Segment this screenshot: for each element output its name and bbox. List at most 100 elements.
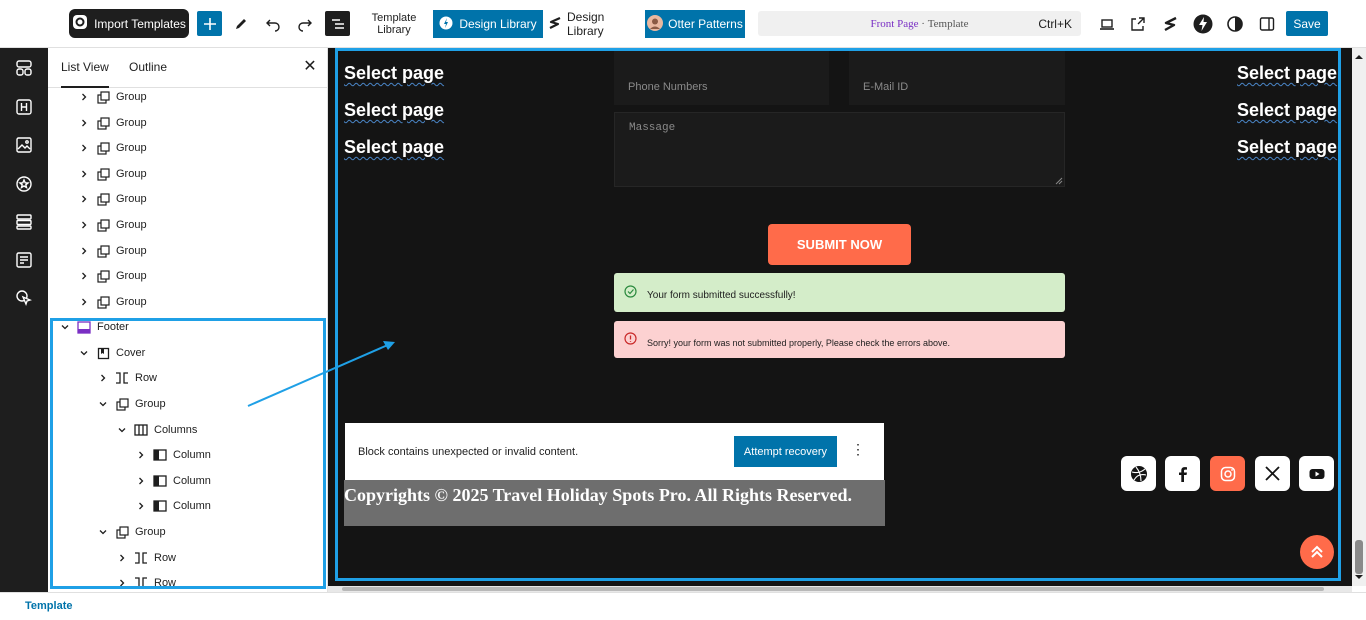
status-bar: Template xyxy=(0,592,1366,620)
command-bar-shortcut: Ctrl+K xyxy=(1038,17,1072,31)
stackable-settings-button[interactable] xyxy=(1160,13,1182,35)
list-item-label: Group xyxy=(116,296,147,308)
list-item-label: Group xyxy=(116,270,147,282)
form-icon[interactable] xyxy=(14,250,34,270)
command-bar-page: Front Page xyxy=(870,17,919,30)
list-item-label: Group xyxy=(116,193,147,205)
contrast-icon xyxy=(1227,16,1243,32)
design-library-label: Design Library xyxy=(459,17,537,31)
list-item-group[interactable]: Group xyxy=(78,189,147,209)
redo-button[interactable] xyxy=(293,12,317,36)
stackable-icon xyxy=(1164,16,1177,32)
group-block-icon xyxy=(96,269,110,283)
cursor-click-icon[interactable] xyxy=(14,288,34,308)
group-block-icon xyxy=(96,167,110,181)
admin-sidebar xyxy=(0,0,48,592)
import-logo-icon xyxy=(72,14,88,33)
list-item-group[interactable]: Group xyxy=(78,87,147,107)
command-palette-bar[interactable]: Front Page · Template Ctrl+K xyxy=(758,11,1081,36)
list-item-group[interactable]: Group xyxy=(78,215,147,235)
vertical-scroll-thumb[interactable] xyxy=(1355,540,1363,574)
chevron-right-icon[interactable] xyxy=(78,193,90,205)
group-block-icon xyxy=(96,141,110,155)
redo-icon xyxy=(298,19,312,32)
group-block-icon xyxy=(96,90,110,104)
import-templates-label: Import Templates xyxy=(94,16,186,31)
group-block-icon xyxy=(96,244,110,258)
design-library-label-2: Design Library xyxy=(567,10,605,38)
command-bar-type: Template xyxy=(927,17,969,30)
chevron-right-icon[interactable] xyxy=(78,296,90,308)
list-item-group[interactable]: Group xyxy=(78,292,147,312)
list-item-group[interactable]: Group xyxy=(78,266,147,286)
scroll-up-icon[interactable] xyxy=(1352,52,1366,62)
star-badge-icon[interactable] xyxy=(14,174,34,194)
group-block-icon xyxy=(96,295,110,309)
image-icon[interactable] xyxy=(14,135,34,155)
rows-icon[interactable] xyxy=(14,212,34,232)
template-library-line2: Library xyxy=(377,24,411,36)
list-item-group[interactable]: Group xyxy=(78,164,147,184)
otter-avatar-icon xyxy=(647,14,664,34)
plus-icon xyxy=(203,17,216,30)
design-library-logo-icon xyxy=(439,16,453,33)
list-item-label: Group xyxy=(116,91,147,103)
panel-tabs: List View Outline ✕ xyxy=(48,48,328,88)
group-block-icon xyxy=(96,116,110,130)
design-library-button-2[interactable]: Design Library xyxy=(548,10,640,38)
add-block-button[interactable] xyxy=(197,11,222,36)
import-templates-button[interactable]: Import Templates xyxy=(69,9,189,38)
view-page-button[interactable] xyxy=(1127,13,1149,35)
pencil-tool-button[interactable] xyxy=(229,12,253,36)
list-item-label: Group xyxy=(116,117,147,129)
undo-icon xyxy=(266,19,280,32)
stackable-logo-icon xyxy=(548,16,562,33)
footer-selection-highlight xyxy=(50,318,326,589)
close-icon[interactable]: ✕ xyxy=(302,59,318,75)
tab-outline[interactable]: Outline xyxy=(129,60,167,74)
heading-block-icon[interactable] xyxy=(14,97,34,117)
styles-button[interactable] xyxy=(1224,13,1246,35)
template-library-button[interactable]: Template Library xyxy=(362,10,426,38)
device-preview-button[interactable] xyxy=(1096,13,1118,35)
otter-patterns-button[interactable]: Otter Patterns xyxy=(645,10,745,38)
chevron-right-icon[interactable] xyxy=(78,245,90,257)
list-item-label: Group xyxy=(116,142,147,154)
sidebar-toggle-icon xyxy=(1259,17,1275,31)
breadcrumb-template[interactable]: Template xyxy=(25,600,72,612)
chevron-right-icon[interactable] xyxy=(78,270,90,282)
horizontal-scroll-thumb[interactable] xyxy=(342,587,1324,591)
document-overview-button[interactable] xyxy=(325,11,350,36)
command-bar-separator: · xyxy=(918,17,928,30)
pencil-icon xyxy=(236,19,246,29)
list-item-group[interactable]: Group xyxy=(78,113,147,133)
list-item-group[interactable]: Group xyxy=(78,241,147,261)
undo-button[interactable] xyxy=(261,12,285,36)
list-item-label: Group xyxy=(116,219,147,231)
template-library-line1: Template xyxy=(371,12,417,24)
list-view-panel: List View Outline ✕ Group Group Group Group… xyxy=(48,48,328,592)
editor-toolbar: Import Templates Template Library Design… xyxy=(0,0,1366,48)
chevron-right-icon[interactable] xyxy=(78,219,90,231)
chevron-right-icon[interactable] xyxy=(78,142,90,154)
settings-sidebar-button[interactable] xyxy=(1256,13,1278,35)
list-item-label: Group xyxy=(116,245,147,257)
chevron-right-icon[interactable] xyxy=(78,168,90,180)
scroll-down-icon[interactable] xyxy=(1352,572,1366,582)
save-button[interactable]: Save xyxy=(1286,11,1328,36)
bolt-icon xyxy=(1193,14,1213,34)
layout-blocks-icon[interactable] xyxy=(14,58,34,78)
list-item-label: Group xyxy=(116,168,147,180)
laptop-icon xyxy=(1100,19,1114,30)
list-item-group[interactable]: Group xyxy=(78,138,147,158)
chevron-right-icon[interactable] xyxy=(78,117,90,129)
bolt-settings-button[interactable] xyxy=(1192,13,1214,35)
chevron-right-icon[interactable] xyxy=(78,91,90,103)
vertical-scrollbar[interactable] xyxy=(1352,48,1366,586)
tab-list-view[interactable]: List View xyxy=(61,60,109,88)
design-library-button[interactable]: Design Library xyxy=(433,10,543,38)
selected-block-outline xyxy=(335,48,1341,581)
group-block-icon xyxy=(96,192,110,206)
group-block-icon xyxy=(96,218,110,232)
otter-patterns-label: Otter Patterns xyxy=(668,17,743,31)
